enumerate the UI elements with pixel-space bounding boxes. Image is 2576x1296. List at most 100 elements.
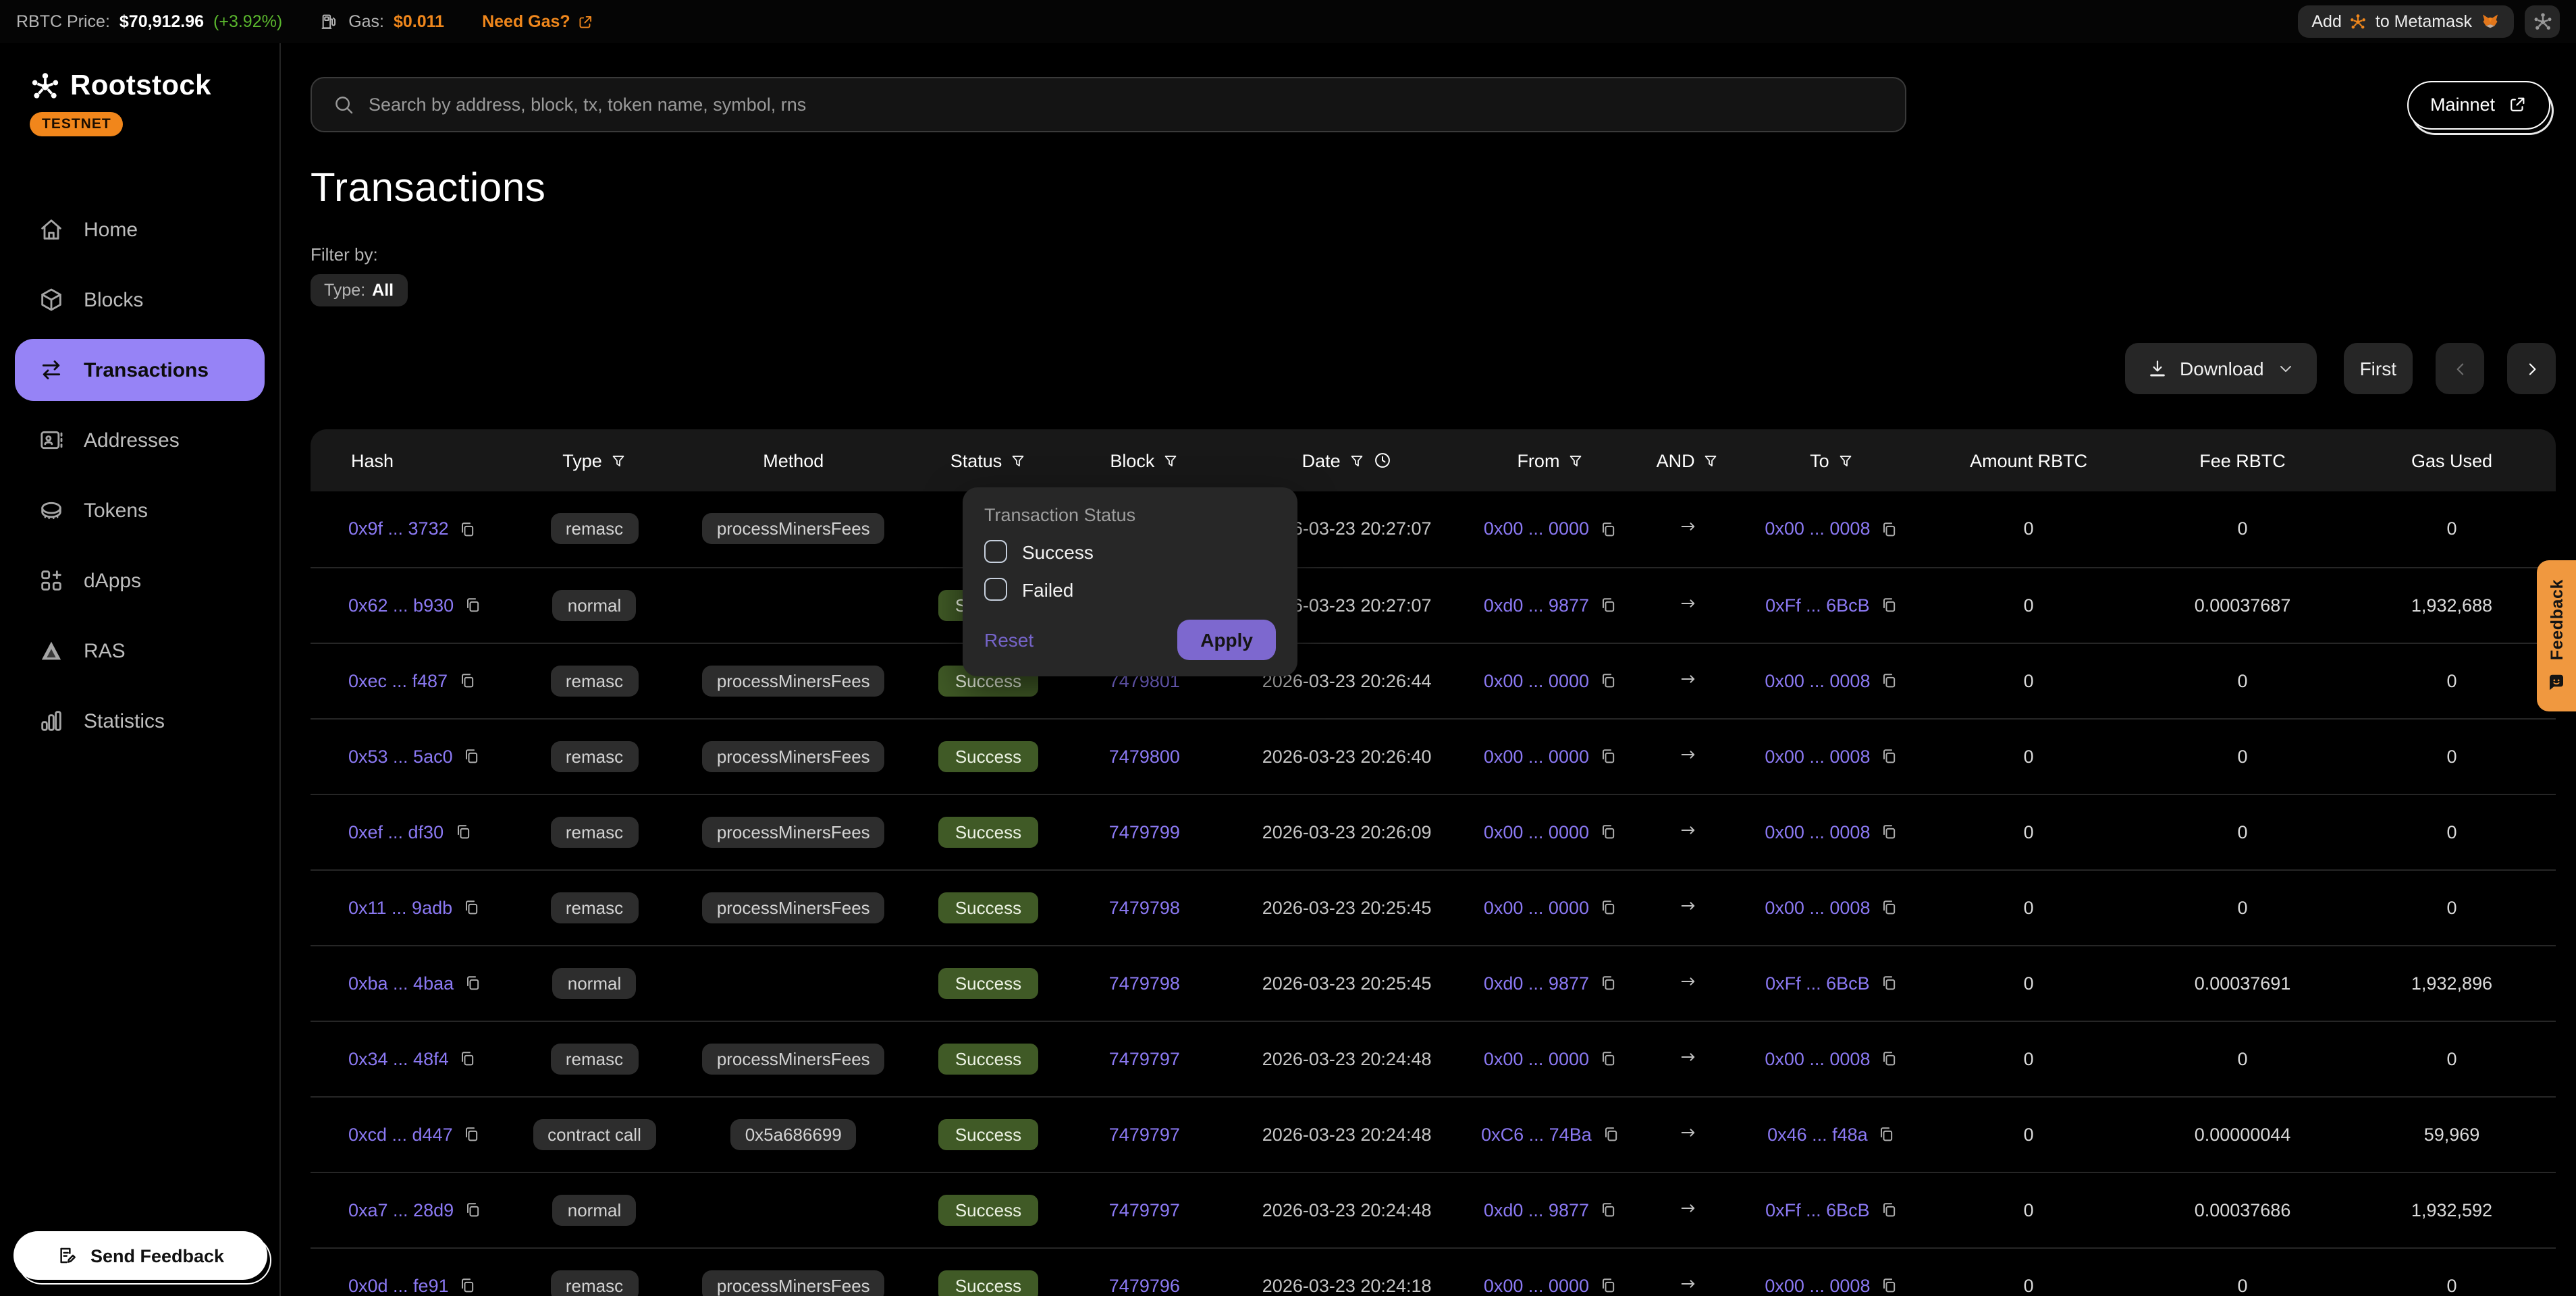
copy-icon[interactable]: [458, 1276, 477, 1295]
copy-icon[interactable]: [1599, 1049, 1617, 1068]
success-checkbox[interactable]: [984, 540, 1007, 563]
copy-icon[interactable]: [463, 973, 482, 992]
block-link[interactable]: 7479798: [1109, 973, 1180, 993]
to-address-link[interactable]: 0x46 ... f48a: [1767, 1124, 1868, 1144]
tx-hash-link[interactable]: 0x11 ... 9adb: [348, 897, 452, 917]
filter-icon[interactable]: [1349, 452, 1365, 469]
to-address-link[interactable]: 0xFf ... 6BcB: [1765, 973, 1870, 993]
block-link[interactable]: 7479797: [1109, 1124, 1180, 1144]
copy-icon[interactable]: [1879, 898, 1898, 917]
copy-icon[interactable]: [1599, 747, 1617, 765]
copy-icon[interactable]: [462, 1125, 481, 1143]
copy-icon[interactable]: [1599, 595, 1617, 614]
copy-icon[interactable]: [1879, 973, 1898, 992]
filter-icon[interactable]: [1162, 452, 1179, 469]
from-address-link[interactable]: 0x00 ... 0000: [1484, 746, 1589, 766]
tx-hash-link[interactable]: 0x0d ... fe91: [348, 1275, 449, 1295]
copy-icon[interactable]: [1879, 595, 1898, 614]
from-address-link[interactable]: 0x00 ... 0000: [1484, 519, 1589, 539]
status-option-failed[interactable]: Failed: [984, 578, 1276, 601]
sidebar-item-addresses[interactable]: Addresses: [15, 409, 265, 471]
copy-icon[interactable]: [458, 1049, 477, 1068]
failed-checkbox[interactable]: [984, 578, 1007, 601]
to-address-link[interactable]: 0xFf ... 6BcB: [1765, 595, 1870, 615]
next-page-button[interactable]: [2507, 343, 2556, 394]
to-address-link[interactable]: 0x00 ... 0008: [1765, 1048, 1870, 1069]
copy-icon[interactable]: [1599, 1276, 1617, 1295]
tx-hash-link[interactable]: 0xa7 ... 28d9: [348, 1199, 454, 1220]
need-gas-link[interactable]: Need Gas?: [482, 12, 595, 31]
copy-icon[interactable]: [1599, 898, 1617, 917]
column-header-to[interactable]: To: [1744, 429, 1921, 491]
status-option-success[interactable]: Success: [984, 540, 1276, 563]
block-link[interactable]: 7479798: [1109, 897, 1180, 917]
block-link[interactable]: 7479799: [1109, 821, 1180, 842]
copy-icon[interactable]: [1879, 1049, 1898, 1068]
rootstock-menu-button[interactable]: [2525, 5, 2560, 38]
to-address-link[interactable]: 0x00 ... 0008: [1765, 519, 1870, 539]
reset-link[interactable]: Reset: [984, 629, 1034, 651]
copy-icon[interactable]: [1601, 1125, 1620, 1143]
sidebar-item-dapps[interactable]: dApps: [15, 549, 265, 612]
to-address-link[interactable]: 0x00 ... 0008: [1765, 1275, 1870, 1295]
add-to-metamask-button[interactable]: Add to Metamask: [2298, 5, 2514, 38]
tx-hash-link[interactable]: 0x53 ... 5ac0: [348, 746, 453, 766]
prev-page-button[interactable]: [2436, 343, 2484, 394]
column-header-status[interactable]: Status: [912, 429, 1064, 491]
copy-icon[interactable]: [1599, 1200, 1617, 1219]
copy-icon[interactable]: [462, 747, 481, 765]
tx-hash-link[interactable]: 0x9f ... 3732: [348, 519, 449, 539]
copy-icon[interactable]: [458, 520, 477, 539]
block-link[interactable]: 7479800: [1109, 746, 1180, 766]
filter-icon[interactable]: [1703, 452, 1719, 469]
copy-icon[interactable]: [1879, 520, 1898, 539]
copy-icon[interactable]: [462, 898, 481, 917]
from-address-link[interactable]: 0xd0 ... 9877: [1484, 1199, 1589, 1220]
copy-icon[interactable]: [1879, 822, 1898, 841]
column-header-type[interactable]: Type: [514, 429, 674, 491]
search-box[interactable]: [311, 77, 1906, 132]
filter-icon[interactable]: [610, 452, 626, 469]
copy-icon[interactable]: [1879, 1276, 1898, 1295]
sidebar-item-ras[interactable]: RAS: [15, 620, 265, 682]
copy-icon[interactable]: [1879, 671, 1898, 690]
block-link[interactable]: 7479797: [1109, 1199, 1180, 1220]
to-address-link[interactable]: 0xFf ... 6BcB: [1765, 1199, 1870, 1220]
copy-icon[interactable]: [1599, 671, 1617, 690]
copy-icon[interactable]: [1879, 1200, 1898, 1219]
from-address-link[interactable]: 0x00 ... 0000: [1484, 821, 1589, 842]
sidebar-item-transactions[interactable]: Transactions: [15, 339, 265, 401]
to-address-link[interactable]: 0x00 ... 0008: [1765, 897, 1870, 917]
first-page-button[interactable]: First: [2344, 343, 2413, 394]
sidebar-item-home[interactable]: Home: [15, 198, 265, 261]
to-address-link[interactable]: 0x00 ... 0008: [1765, 746, 1870, 766]
copy-icon[interactable]: [1599, 973, 1617, 992]
block-link[interactable]: 7479797: [1109, 1048, 1180, 1069]
sidebar-item-statistics[interactable]: Statistics: [15, 690, 265, 752]
filter-icon[interactable]: [1837, 452, 1854, 469]
copy-icon[interactable]: [463, 595, 482, 614]
brand-logo[interactable]: Rootstock: [30, 70, 279, 103]
from-address-link[interactable]: 0xd0 ... 9877: [1484, 973, 1589, 993]
copy-icon[interactable]: [457, 671, 476, 690]
filter-icon[interactable]: [1010, 452, 1026, 469]
search-input[interactable]: [369, 94, 1885, 115]
tx-hash-link[interactable]: 0xec ... f487: [348, 670, 448, 691]
column-header-date[interactable]: Date: [1225, 429, 1469, 491]
from-address-link[interactable]: 0xd0 ... 9877: [1484, 595, 1589, 615]
copy-icon[interactable]: [1599, 822, 1617, 841]
from-address-link[interactable]: 0x00 ... 0000: [1484, 897, 1589, 917]
copy-icon[interactable]: [453, 822, 472, 841]
from-address-link[interactable]: 0x00 ... 0000: [1484, 670, 1589, 691]
from-address-link[interactable]: 0x00 ... 0000: [1484, 1275, 1589, 1295]
feedback-tab[interactable]: Feedback: [2537, 560, 2576, 711]
from-address-link[interactable]: 0xC6 ... 74Ba: [1481, 1124, 1592, 1144]
type-filter-chip[interactable]: Type: All: [311, 274, 407, 306]
to-address-link[interactable]: 0x00 ... 0008: [1765, 821, 1870, 842]
apply-button[interactable]: Apply: [1177, 620, 1276, 660]
sidebar-item-blocks[interactable]: Blocks: [15, 269, 265, 331]
copy-icon[interactable]: [463, 1200, 482, 1219]
mainnet-button[interactable]: Mainnet: [2407, 80, 2550, 129]
to-address-link[interactable]: 0x00 ... 0008: [1765, 670, 1870, 691]
tx-hash-link[interactable]: 0xef ... df30: [348, 821, 444, 842]
